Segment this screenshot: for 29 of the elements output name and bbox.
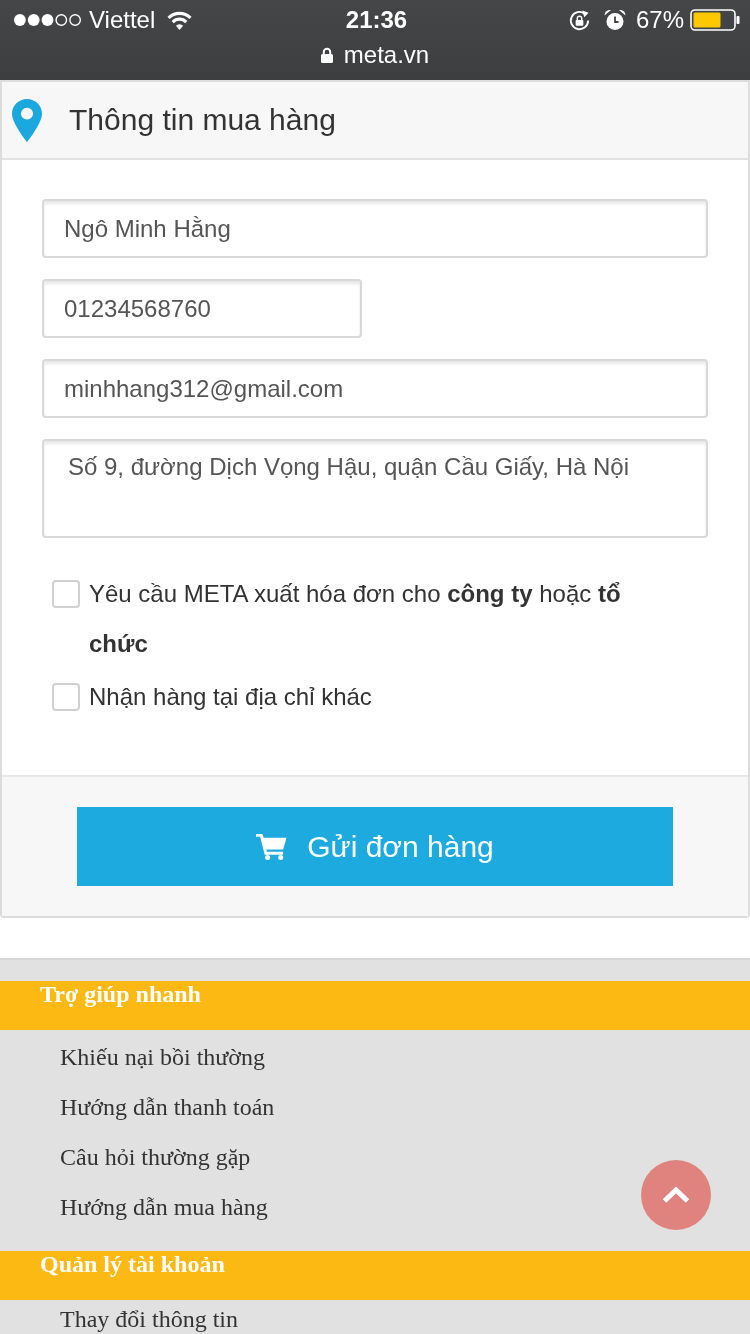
checkbox-label: Nhận hàng tại địa chỉ khác [89,682,372,712]
footer-link[interactable]: Thay đổi thông tin [60,1304,238,1334]
footer-link[interactable]: Câu hỏi thường gặp [60,1142,251,1172]
chevron-up-icon [661,1186,691,1204]
email-field[interactable]: minhhang312@gmail.com [42,359,708,418]
rotation-lock-icon [567,8,591,32]
url-text: meta.vn [343,41,430,69]
panel-title: Thông tin mua hàng [69,103,336,137]
signal-icon [13,13,82,27]
footer-section-heading: Trợ giúp nhanh [0,981,750,1030]
checkbox[interactable] [52,683,80,711]
footer-link[interactable]: Khiếu nại bồi thường [60,1042,265,1072]
battery-percentage: 67% [635,6,684,34]
footer-section-heading: Quản lý tài khoản [0,1251,750,1300]
footer-link[interactable]: Hướng dẫn thanh toán [60,1092,275,1122]
lock-icon [320,47,333,63]
address-field[interactable]: Số 9, đường Dịch Vọng Hậu, quận Cầu Giấy, Hà Nội [42,439,708,538]
wifi-icon [167,10,193,30]
carrier-name: Viettel [89,6,156,34]
checkbox[interactable] [52,580,80,608]
alarm-clock-icon [603,9,626,31]
battery-icon [690,9,740,31]
cart-icon [256,833,288,860]
map-pin-icon [12,98,42,142]
name-field[interactable]: Ngô Minh Hằng [42,199,708,258]
footer-link[interactable]: Hướng dẫn mua hàng [60,1192,268,1222]
clock-time: 21:36 [345,6,408,34]
checkbox-label: Yêu cầu META xuất hóa đơn cho công ty hoặc tổ chức [89,579,622,659]
phone-field[interactable]: 01234568760 [42,279,362,338]
